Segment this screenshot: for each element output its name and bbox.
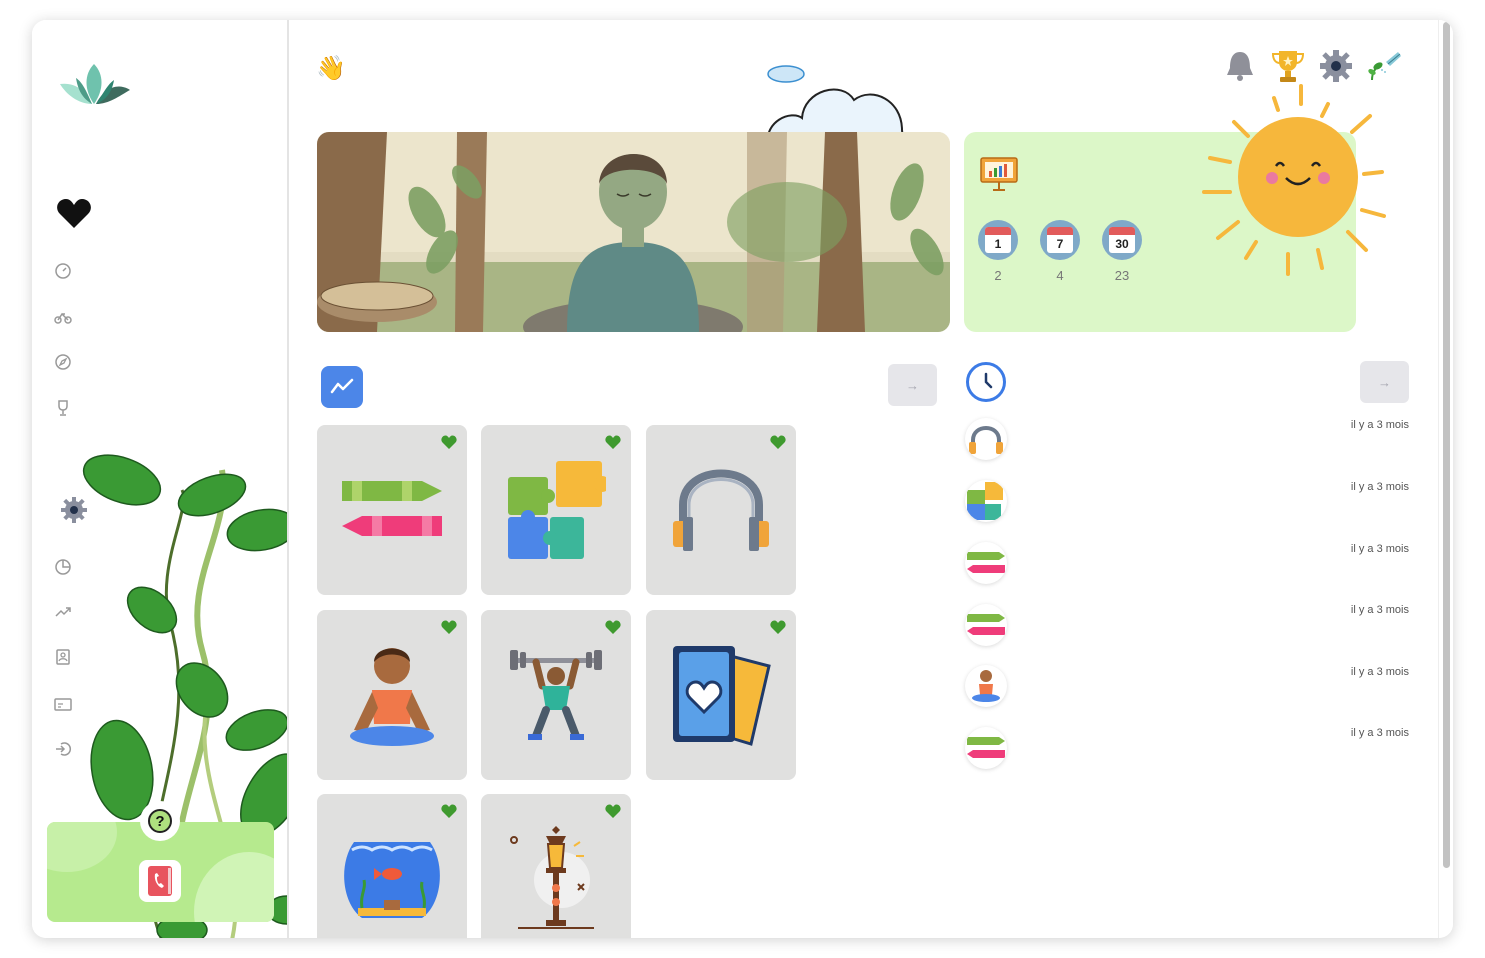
activity-tile-puzzle[interactable] [481,425,631,595]
favorite-heart-icon[interactable] [770,620,786,635]
activity-tile-crayons[interactable] [317,425,467,595]
stat-day-1: 1 2 [976,220,1020,283]
history-clock-icon [966,362,1006,402]
compass-icon[interactable] [54,353,72,371]
history-item-meditation-icon[interactable] [965,665,1007,707]
activities-next-button[interactable]: → [888,364,937,406]
gear-icon[interactable] [1318,48,1354,84]
puzzle-icon [508,461,606,559]
credit-card-icon[interactable] [54,695,72,713]
favorite-heart-icon[interactable] [605,804,621,819]
heart-cards-icon [673,646,771,746]
phone-book-icon [148,866,172,896]
smiling-sun-image [1202,84,1386,276]
calendar-icon: 1 [978,220,1018,260]
presentation-chart-icon [980,157,1018,191]
activity-tile-headphones[interactable] [646,425,796,595]
app-window: ? 👋 1 2 7 4 30 23 → → il y a 3 mois il y… [32,20,1453,938]
plant-watering-icon[interactable] [1366,48,1402,84]
headphones-icon [673,469,769,551]
favorite-heart-icon[interactable] [770,435,786,450]
activity-tile-meditation[interactable] [317,610,467,780]
crayons-icon [342,481,442,536]
logout-icon[interactable] [54,740,72,758]
history-item-headphones-icon[interactable] [965,418,1007,460]
history-item-crayons-icon[interactable] [965,542,1007,584]
history-item-time: il y a 3 mois [1350,543,1409,555]
favorite-heart-icon[interactable] [605,435,621,450]
activity-tile-weightlifting[interactable] [481,610,631,780]
lotus-logo[interactable] [56,60,132,110]
aquarium-icon [344,842,440,918]
history-item-crayons-icon[interactable] [965,727,1007,769]
stat-count: 4 [1056,268,1064,283]
calendar-icon: 7 [1040,220,1080,260]
sidebar: ? [32,20,289,938]
street-lamp-icon [510,826,594,929]
scrollbar-thumb[interactable] [1443,22,1450,868]
question-icon: ? [148,809,172,833]
gauge-icon[interactable] [54,262,72,280]
favorite-heart-icon[interactable] [441,620,457,635]
favorite-heart-icon[interactable] [605,620,621,635]
history-next-button[interactable]: → [1360,361,1409,403]
calendar-icon: 30 [1102,220,1142,260]
stat-day-30: 30 23 [1100,220,1144,283]
contact-card-icon[interactable] [54,648,72,666]
history-item-puzzle-icon[interactable] [965,480,1007,522]
activity-tile-cards[interactable] [646,610,796,780]
meditation-icon [350,648,434,746]
trophy-icon[interactable] [1270,48,1306,84]
meditation-hero-image [317,132,950,332]
history-item-time: il y a 3 mois [1350,604,1409,616]
pie-chart-icon[interactable] [54,558,72,576]
trophy-icon[interactable] [54,399,72,417]
history-item-time: il y a 3 mois [1350,666,1409,678]
history-item-crayons-icon[interactable] [965,604,1007,646]
stat-count: 2 [994,268,1002,283]
activity-tile-lamp[interactable] [481,794,631,938]
favorites-heart-icon[interactable] [56,198,92,230]
favorite-heart-icon[interactable] [441,804,457,819]
trend-up-icon[interactable] [54,603,72,621]
history-item-time: il y a 3 mois [1350,481,1409,493]
stat-count: 23 [1114,268,1130,283]
phone-book-button[interactable] [139,860,181,902]
favorite-heart-icon[interactable] [441,435,457,450]
activity-chart-icon [321,366,363,408]
bell-icon[interactable] [1222,48,1258,84]
vertical-scrollbar[interactable] [1438,20,1453,938]
history-item-time: il y a 3 mois [1350,419,1409,431]
waving-hand-icon: 👋 [316,55,346,82]
bike-icon[interactable] [54,308,72,326]
activity-tile-aquarium[interactable] [317,794,467,938]
weightlifting-icon [510,650,602,740]
history-item-time: il y a 3 mois [1350,727,1409,739]
stat-day-7: 7 4 [1038,220,1082,283]
help-question-button[interactable]: ? [140,801,180,841]
